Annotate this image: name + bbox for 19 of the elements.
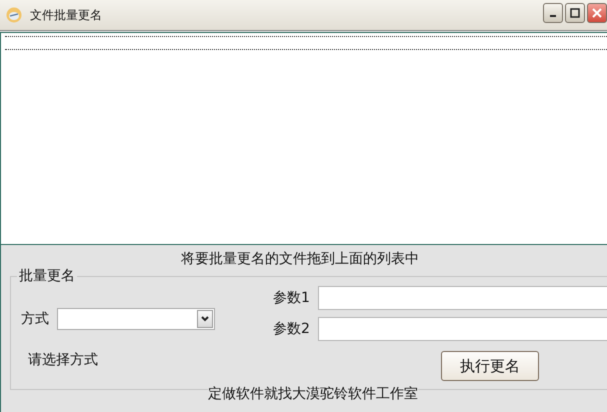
drop-hint: 将要批量更名的文件拖到上面的列表中 [181, 251, 419, 268]
group-title: 批量更名 [18, 268, 76, 284]
close-icon [592, 8, 602, 18]
param1-field[interactable] [318, 286, 607, 310]
maximize-icon [570, 8, 580, 18]
chevron-down-icon [201, 316, 209, 322]
run-rename-button[interactable]: 执行更名 [441, 351, 539, 381]
maximize-button[interactable] [565, 3, 585, 23]
footer-text: 定做软件就找大漠驼铃软件工作室 [208, 386, 418, 402]
param1-label: 参数1 [273, 290, 310, 306]
param2-label: 参数2 [273, 320, 310, 338]
window-title: 文件批量更名 [30, 6, 102, 24]
app-icon [6, 7, 22, 23]
minimize-button[interactable] [543, 3, 563, 23]
param2-field[interactable] [318, 317, 607, 341]
dropdown-button[interactable] [197, 310, 213, 328]
mode-label: 方式 [21, 310, 49, 328]
close-button[interactable] [587, 3, 607, 23]
mode-status: 请选择方式 [28, 352, 99, 369]
